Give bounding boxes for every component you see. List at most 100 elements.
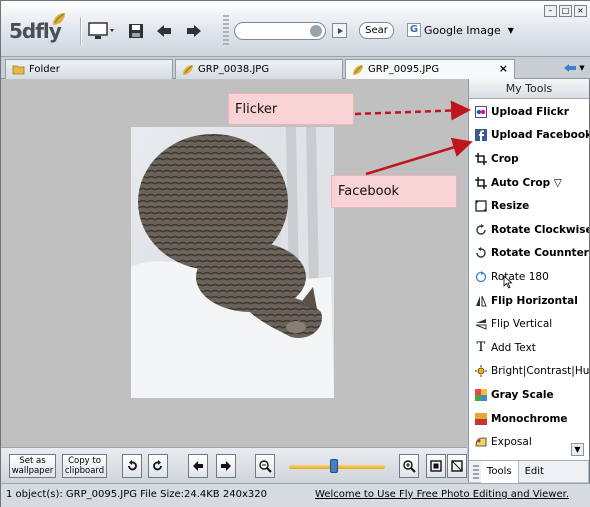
zoom-out-icon <box>259 460 272 473</box>
tool-label: Rotate 180 <box>491 270 549 283</box>
tool-auto-crop[interactable]: Auto Crop ▽ <box>469 171 589 195</box>
logo-leaf-icon <box>53 13 65 25</box>
tool-label: Flip Vertical <box>491 318 553 331</box>
rotate-right-icon <box>153 460 162 471</box>
tool-label: Bright|Contrast|Hue <box>491 365 589 378</box>
tab-grp-0095[interactable]: GRP_0095.JPG × <box>345 59 515 79</box>
rotate-left-icon <box>128 460 137 471</box>
flickr-icon <box>475 105 487 118</box>
tab-edit-history[interactable]: Edit History <box>519 460 589 499</box>
tool-flip-horizontal[interactable]: Flip Horizontal <box>469 289 589 313</box>
tab-close-icon[interactable]: × <box>499 62 508 75</box>
tool-gray-scale[interactable]: Gray Scale <box>469 383 589 407</box>
resize-icon <box>475 200 487 212</box>
panel-tabs: Tools Edit History <box>469 460 589 499</box>
tool-crop[interactable]: Crop <box>469 147 589 171</box>
search-button[interactable]: Sear <box>359 22 394 39</box>
rotate-clockwise-icon <box>475 223 487 236</box>
search-engine-select[interactable]: G Google Image ▼ <box>407 23 514 37</box>
welcome-link[interactable]: Welcome to Use Fly Free Photo Editing an… <box>315 489 569 500</box>
bottom-toolbar: Set as wallpaper Copy to clipboard <box>1 447 467 483</box>
tool-monochrome[interactable]: Monochrome <box>469 407 589 431</box>
exposal-icon <box>475 436 487 448</box>
monochrome-icon <box>475 412 487 425</box>
facebook-callout-label: Facebook <box>331 175 457 208</box>
back-button[interactable] <box>153 21 175 41</box>
tool-upload-facebook[interactable]: Upload Facebook <box>469 124 589 148</box>
tool-label: Auto Crop ▽ <box>491 176 562 189</box>
status-bar: 1 object(s): GRP_0095.JPG File Size:24.4… <box>1 483 590 507</box>
rotate-right-button[interactable] <box>148 454 168 478</box>
actual-size-button[interactable] <box>447 454 467 478</box>
tool-label: Rotate Counnter-clo <box>491 247 589 260</box>
chevron-down-icon: ▼ <box>579 64 585 72</box>
search-clear-icon[interactable] <box>310 25 322 37</box>
tool-add-text[interactable]: T Add Text <box>469 336 589 360</box>
zoom-in-icon <box>403 460 416 473</box>
tab-tools[interactable]: Tools <box>480 460 519 483</box>
bright-icon <box>475 365 487 378</box>
gray-scale-icon <box>475 388 487 401</box>
rotate-left-button[interactable] <box>122 454 142 478</box>
tool-label: Crop <box>491 152 519 165</box>
play-icon <box>337 27 343 34</box>
tool-rotate-clockwise[interactable]: Rotate Clockwise <box>469 218 589 242</box>
main-toolbar: 5dfly Sear G Google Image ▼ – □ × <box>1 1 590 57</box>
tool-bright-contrast-hue[interactable]: Bright|Contrast|Hue <box>469 360 589 384</box>
set-wallpaper-button[interactable]: Set as wallpaper <box>9 454 56 478</box>
google-icon: G <box>407 23 421 37</box>
next-image-button[interactable] <box>216 454 236 478</box>
rotate-180-icon <box>475 270 487 283</box>
toolbar-separator <box>80 17 82 45</box>
tools-scroll-down-button[interactable]: ▼ <box>571 443 584 456</box>
fit-window-button[interactable] <box>426 454 446 478</box>
tool-flip-vertical[interactable]: Flip Vertical <box>469 312 589 336</box>
minimize-button[interactable]: – <box>544 5 557 17</box>
search-engine-label: Google Image <box>424 23 501 37</box>
tool-label: Resize <box>491 200 530 213</box>
zoom-in-button[interactable] <box>399 454 419 478</box>
tool-label: Gray Scale <box>491 388 554 401</box>
tool-upload-flickr[interactable]: Upload Flickr <box>469 100 589 124</box>
grip-icon <box>473 464 479 479</box>
image-file-icon <box>183 64 193 75</box>
back-arrow-icon <box>564 64 577 72</box>
maximize-button[interactable]: □ <box>559 5 572 17</box>
chevron-down-icon: ▼ <box>507 25 514 35</box>
close-button[interactable]: × <box>574 5 587 17</box>
add-text-icon: T <box>476 340 486 356</box>
tool-label: Upload Facebook <box>491 129 589 142</box>
arrow-right-icon <box>221 461 231 471</box>
flickr-callout-label: Flicker <box>228 93 354 125</box>
status-file-info: 1 object(s): GRP_0095.JPG File Size:24.4… <box>6 489 267 500</box>
tab-nav-button[interactable]: ▼ <box>561 60 587 76</box>
image-viewer[interactable] <box>1 80 466 447</box>
window-controls: – □ × <box>544 5 587 17</box>
flip-vertical-icon <box>475 318 487 330</box>
zoom-slider-handle[interactable] <box>330 459 339 473</box>
toolbar-grip[interactable] <box>223 15 229 47</box>
tool-label: Upload Flickr <box>491 105 569 118</box>
forward-button[interactable] <box>183 21 205 41</box>
search-go-button[interactable] <box>332 23 347 38</box>
tab-grp-0038[interactable]: GRP_0038.JPG <box>175 59 343 79</box>
tab-folder[interactable]: Folder <box>5 59 173 79</box>
tools-panel: My Tools Upload Flickr Upload Facebook C… <box>468 79 589 499</box>
view-mode-button[interactable] <box>87 21 117 41</box>
search-input[interactable] <box>234 22 326 40</box>
save-button[interactable] <box>125 21 147 41</box>
arrow-left-icon <box>157 25 171 37</box>
flip-horizontal-icon <box>475 295 487 307</box>
tool-rotate-counter[interactable]: Rotate Counnter-clo <box>469 242 589 266</box>
copy-clipboard-button[interactable]: Copy to clipboard <box>62 454 107 478</box>
tool-resize[interactable]: Resize <box>469 194 589 218</box>
photo-cat <box>131 127 334 398</box>
arrow-right-icon <box>187 25 201 37</box>
auto-crop-icon <box>475 176 487 189</box>
save-icon <box>129 24 143 38</box>
zoom-out-button[interactable] <box>255 454 275 478</box>
previous-image-button[interactable] <box>188 454 208 478</box>
tools-list: Upload Flickr Upload Facebook Crop Auto … <box>469 100 589 460</box>
tool-rotate-180[interactable]: Rotate 180 <box>469 265 589 289</box>
app-window: 5dfly Sear G Google Image ▼ – □ × Folder… <box>0 0 590 507</box>
